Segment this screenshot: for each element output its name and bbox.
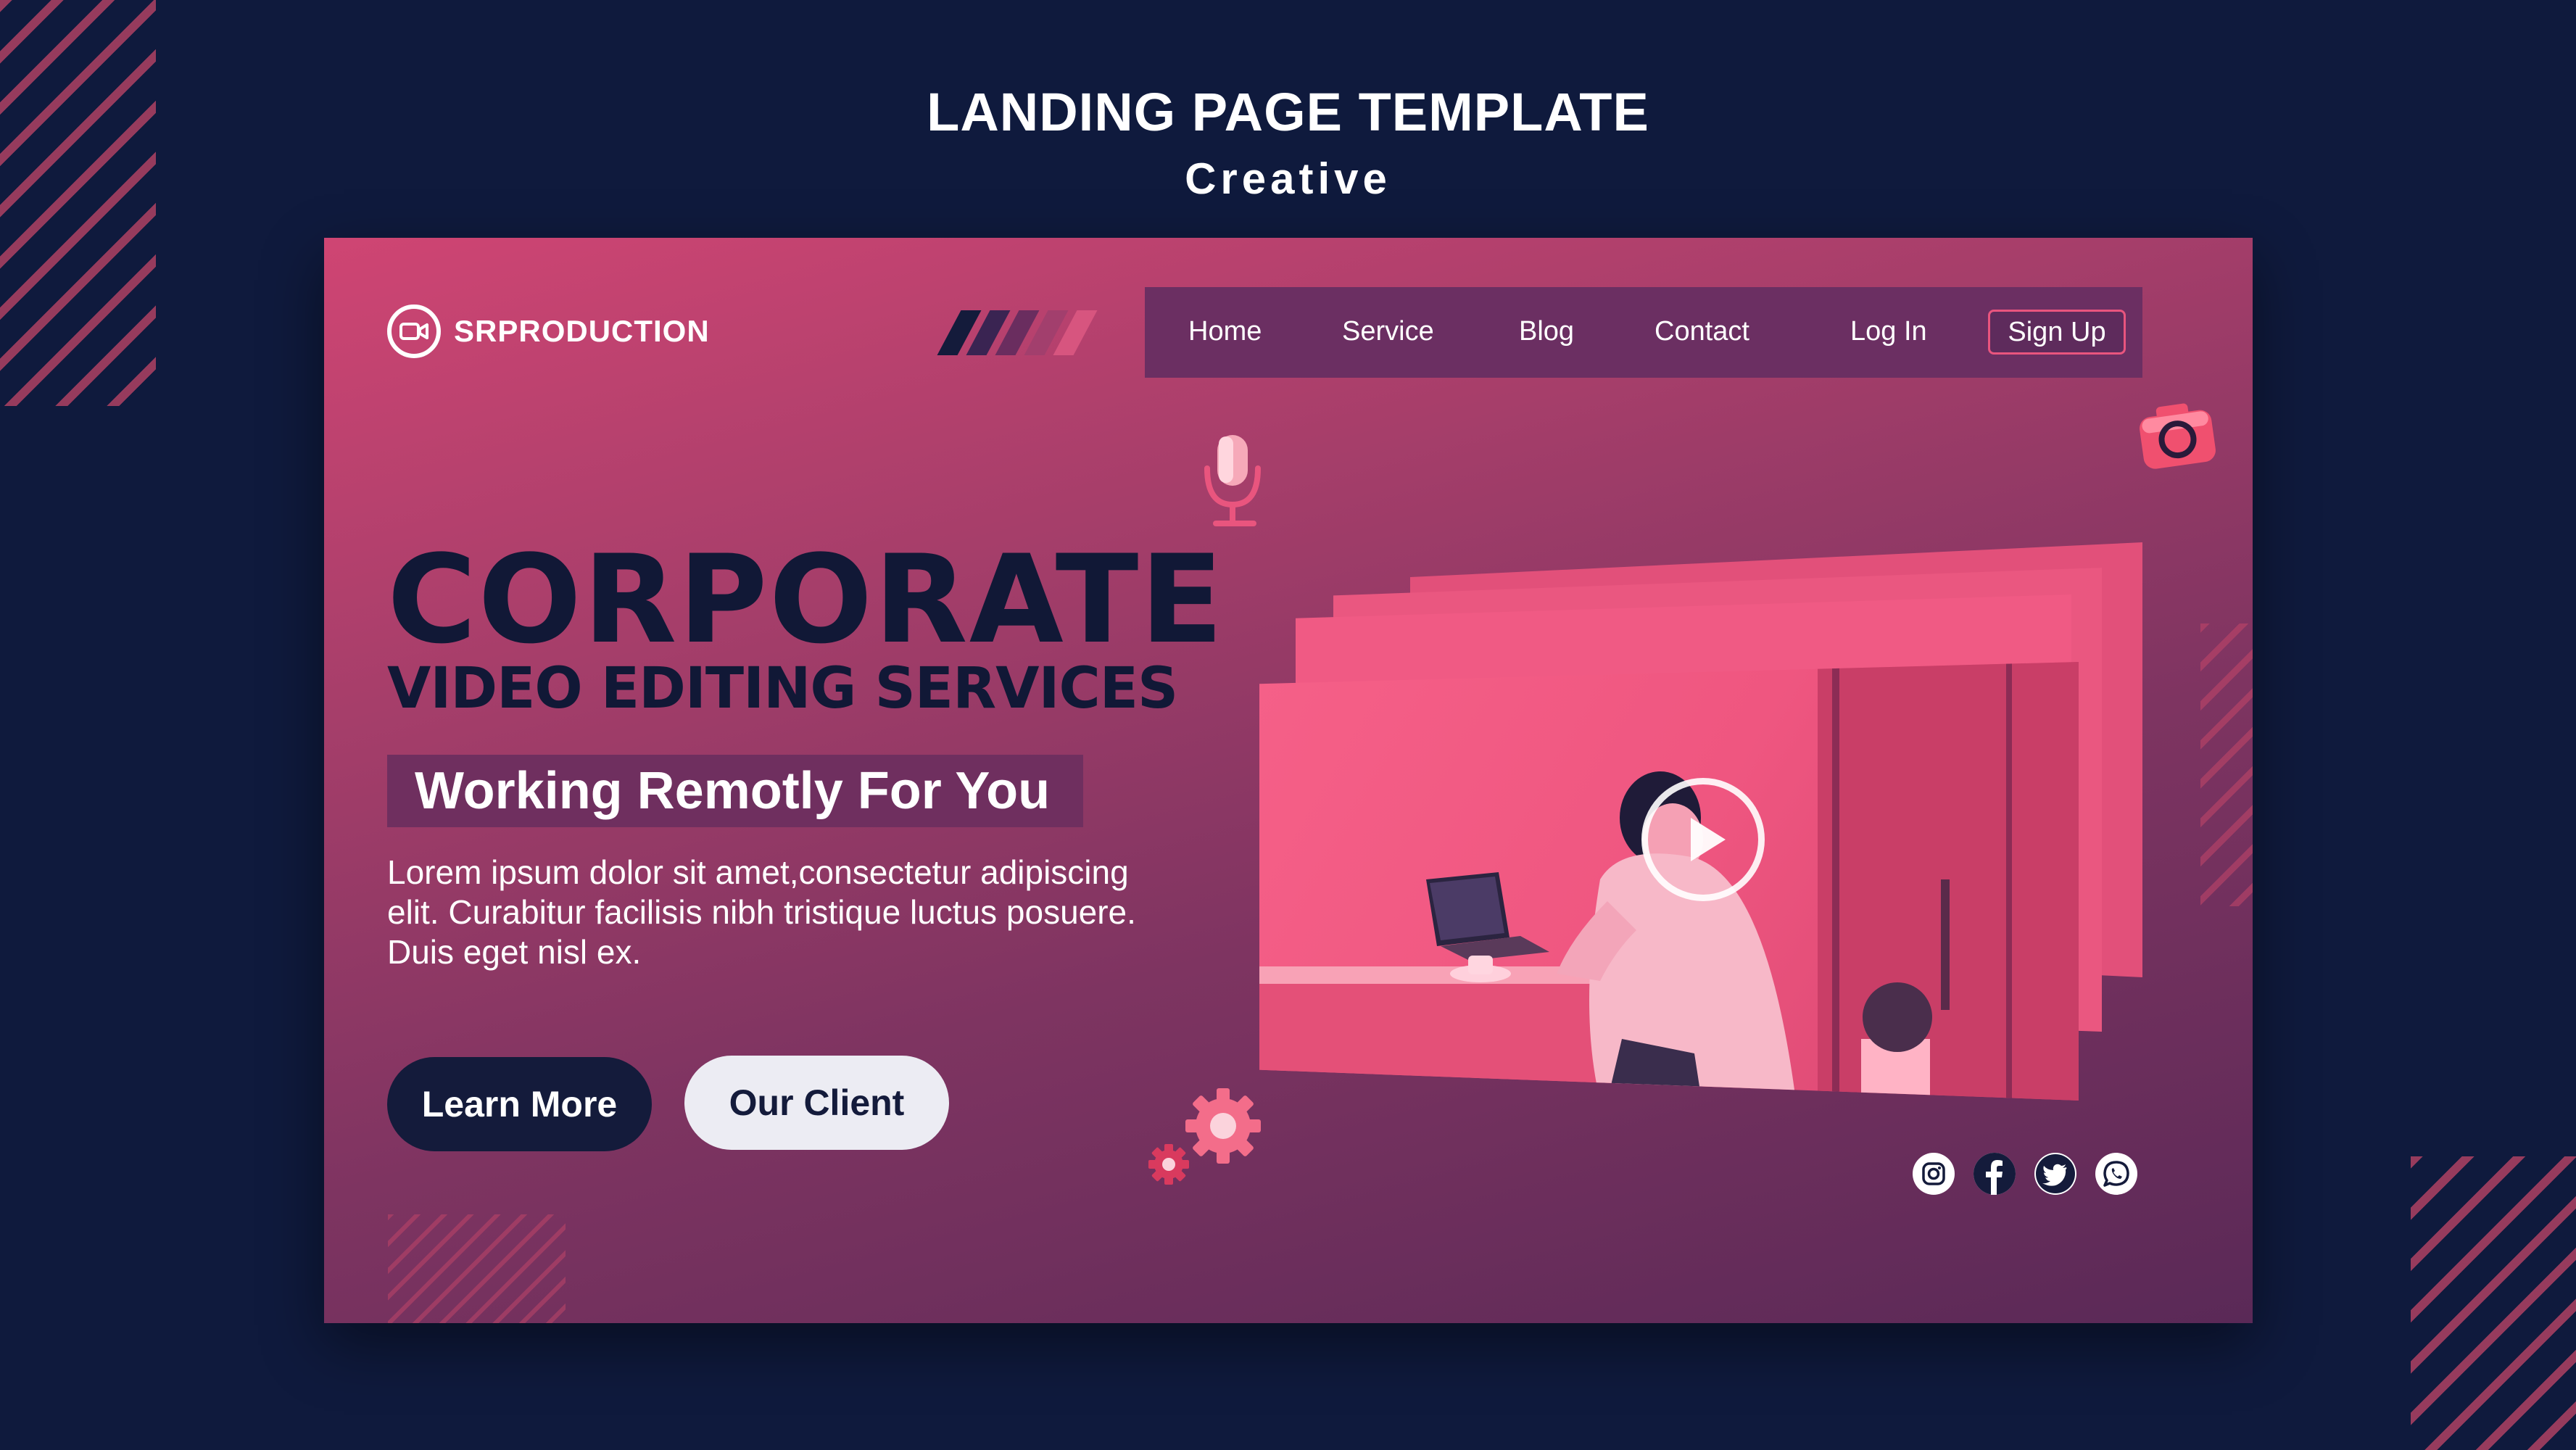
decorative-stripes-bottom-right xyxy=(2411,1156,2576,1450)
instagram-icon[interactable] xyxy=(1913,1153,1955,1195)
learn-more-button[interactable]: Learn More xyxy=(387,1057,652,1151)
nav-contact[interactable]: Contact xyxy=(1654,316,1749,347)
nav-home[interactable]: Home xyxy=(1188,316,1262,347)
whatsapp-icon[interactable] xyxy=(2095,1153,2137,1195)
social-links xyxy=(1913,1153,2137,1195)
brand-name: SRPRODUCTION xyxy=(454,314,710,348)
signup-button[interactable]: Sign Up xyxy=(1988,310,2126,355)
nav-blog[interactable]: Blog xyxy=(1519,316,1574,347)
video-thumbnail[interactable] xyxy=(1259,662,2079,1101)
hero-subtitle: VIDEO EDITING SERVICES xyxy=(387,656,1178,721)
hero-body-text: Lorem ipsum dolor sit amet,consectetur a… xyxy=(387,853,1136,971)
top-nav: Home Service Blog Contact Log In Sign Up xyxy=(1145,287,2142,378)
gears-icon xyxy=(1143,1086,1274,1191)
decorative-slashes xyxy=(937,310,1098,355)
page-title: LANDING PAGE TEMPLATE xyxy=(927,82,1649,142)
video-camera-icon xyxy=(387,304,441,358)
twitter-icon[interactable] xyxy=(2034,1153,2076,1195)
hero-tagline: Working Remotly For You xyxy=(387,755,1083,827)
facebook-icon[interactable] xyxy=(1974,1153,2016,1195)
hero-title: CORPORATE xyxy=(387,529,1225,671)
page-subtitle: Creative xyxy=(1185,154,1391,203)
play-button[interactable] xyxy=(1641,778,1765,901)
nav-service[interactable]: Service xyxy=(1342,316,1434,347)
decorative-stripes-card-bottom-left xyxy=(388,1214,566,1323)
our-client-button[interactable]: Our Client xyxy=(684,1056,949,1150)
play-icon xyxy=(1691,818,1726,861)
microphone-icon xyxy=(1194,434,1274,535)
nav-login[interactable]: Log In xyxy=(1850,316,1927,347)
camera-icon xyxy=(2133,394,2223,480)
brand-logo[interactable]: SRPRODUCTION xyxy=(387,304,710,358)
landing-card: SRPRODUCTION Home Service Blog Contact L… xyxy=(324,238,2253,1323)
decorative-stripes-card-right xyxy=(2200,624,2253,906)
